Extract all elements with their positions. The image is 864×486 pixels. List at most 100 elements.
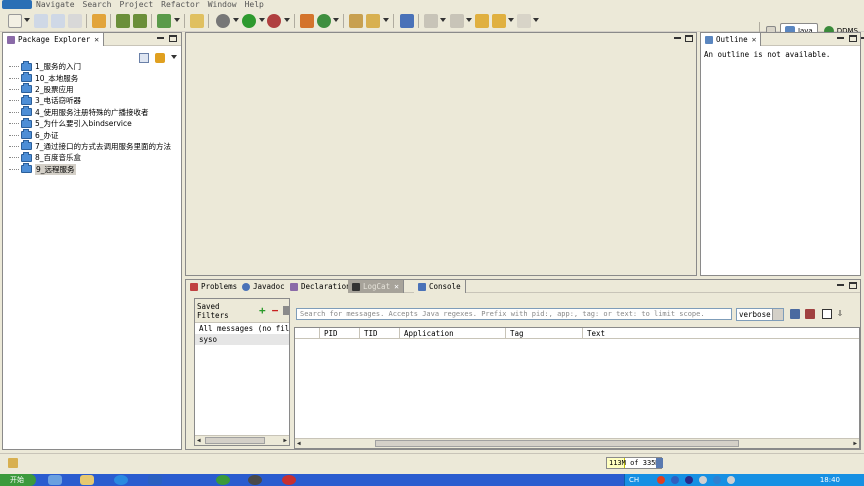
editor-minimize-icon[interactable] bbox=[674, 37, 681, 39]
prev-annotation-icon[interactable] bbox=[450, 14, 464, 28]
prev-annotation-dropdown-icon[interactable] bbox=[466, 18, 472, 22]
tray-app-icon[interactable] bbox=[699, 476, 707, 484]
new-class-icon[interactable] bbox=[317, 14, 331, 28]
tree-item-0[interactable]: 1_服务的入门 bbox=[9, 60, 171, 72]
tree-item-6[interactable]: 6_办证 bbox=[9, 129, 171, 140]
col-text[interactable]: Text bbox=[582, 328, 605, 339]
minimize-icon[interactable] bbox=[157, 37, 164, 39]
word-icon[interactable] bbox=[148, 475, 162, 485]
tab-console[interactable]: Console bbox=[414, 280, 466, 293]
scroll-left-icon[interactable]: ◀ bbox=[197, 437, 201, 444]
new-dropdown-icon[interactable] bbox=[24, 18, 30, 22]
tray-app-icon[interactable] bbox=[713, 476, 721, 484]
scroll-right-icon[interactable]: ▶ bbox=[283, 437, 287, 444]
tab-logcat[interactable]: LogCat ✕ bbox=[348, 280, 404, 293]
saved-filters-scrollbar[interactable]: ◀ ▶ bbox=[195, 435, 289, 445]
tray-app-icon[interactable] bbox=[671, 476, 679, 484]
col-pid[interactable]: PID bbox=[319, 328, 338, 339]
maximize-icon[interactable] bbox=[849, 282, 857, 289]
heap-status[interactable]: 113M of 335M bbox=[606, 457, 662, 469]
clear-log-icon[interactable] bbox=[805, 309, 815, 319]
minimize-icon[interactable] bbox=[837, 284, 844, 286]
search-icon[interactable] bbox=[366, 14, 380, 28]
external-tools-icon[interactable] bbox=[267, 14, 281, 28]
new-class-dropdown-icon[interactable] bbox=[333, 18, 339, 22]
editor-area[interactable] bbox=[185, 32, 864, 276]
save-icon[interactable] bbox=[34, 14, 48, 28]
save-log-icon[interactable] bbox=[790, 309, 800, 319]
garbage-collect-icon[interactable] bbox=[656, 458, 663, 468]
tab-outline[interactable]: Outline ✕ bbox=[701, 33, 762, 46]
add-filter-icon[interactable]: + bbox=[259, 304, 266, 317]
col-application[interactable]: Application bbox=[399, 328, 454, 339]
scroll-left-icon[interactable]: ◀ bbox=[297, 440, 301, 447]
minimize-icon[interactable] bbox=[837, 37, 844, 39]
new-package-icon[interactable] bbox=[300, 14, 314, 28]
input-language[interactable]: CH bbox=[629, 474, 639, 486]
tab-javadoc[interactable]: Javadoc bbox=[238, 280, 290, 293]
eclipse-icon[interactable] bbox=[248, 475, 262, 485]
debug-dropdown-icon[interactable] bbox=[233, 18, 239, 22]
external-tools-dropdown-icon[interactable] bbox=[284, 18, 290, 22]
new-wizard-icon[interactable] bbox=[190, 14, 204, 28]
menu-search[interactable]: Search bbox=[83, 0, 112, 9]
tab-problems[interactable]: Problems bbox=[186, 280, 243, 293]
scroll-right-icon[interactable]: ▶ bbox=[853, 440, 857, 447]
save-all-icon[interactable] bbox=[51, 14, 65, 28]
log-search-input[interactable]: Search for messages. Accepts Java regexe… bbox=[296, 308, 732, 320]
tree-item-7[interactable]: 7_通过接口的方式去调用服务里面的方法 bbox=[9, 140, 171, 152]
pin-editor-icon[interactable] bbox=[400, 14, 414, 28]
tree-item-1[interactable]: 10_本地服务 bbox=[9, 72, 171, 83]
tree-item-3[interactable]: 3_电话窃听器 bbox=[9, 94, 171, 106]
log-table-scrollbar[interactable]: ◀ ▶ bbox=[295, 438, 859, 448]
tree-item-9[interactable]: 9_远程服务 bbox=[9, 163, 171, 175]
back-dropdown-icon[interactable] bbox=[508, 18, 514, 22]
maximize-icon[interactable] bbox=[849, 35, 857, 42]
search-dropdown-icon[interactable] bbox=[383, 18, 389, 22]
open-type-icon[interactable] bbox=[349, 14, 363, 28]
menu-window[interactable]: Window bbox=[208, 0, 237, 9]
next-annotation-dropdown-icon[interactable] bbox=[440, 18, 446, 22]
close-icon[interactable]: ✕ bbox=[394, 282, 399, 291]
remove-filter-icon[interactable]: − bbox=[272, 304, 279, 317]
edit-filter-icon[interactable] bbox=[283, 306, 289, 315]
menu-navigate[interactable]: Navigate bbox=[36, 0, 75, 9]
last-edit-location-icon[interactable] bbox=[475, 14, 489, 28]
col-tag[interactable]: Tag bbox=[505, 328, 524, 339]
filter-all-messages[interactable]: All messages (no filters) bbox=[195, 323, 289, 334]
show-desktop-icon[interactable] bbox=[48, 475, 62, 485]
browser-icon[interactable] bbox=[114, 475, 128, 485]
toggle-columns-icon[interactable] bbox=[822, 309, 832, 319]
forward-dropdown-icon[interactable] bbox=[533, 18, 539, 22]
tray-app-icon[interactable] bbox=[685, 476, 693, 484]
new-icon[interactable] bbox=[8, 14, 22, 28]
debug-icon[interactable] bbox=[216, 14, 230, 28]
tree-item-2[interactable]: 2_股票应用 bbox=[9, 83, 171, 95]
forward-icon[interactable] bbox=[517, 14, 531, 28]
avd-manager-icon[interactable] bbox=[133, 14, 147, 28]
open-folder-icon[interactable] bbox=[92, 14, 106, 28]
scroll-thumb[interactable] bbox=[205, 437, 265, 444]
next-annotation-icon[interactable] bbox=[424, 14, 438, 28]
tab-declaration[interactable]: Declaration bbox=[286, 280, 356, 293]
editor-maximize-icon[interactable] bbox=[685, 35, 693, 42]
back-icon[interactable] bbox=[492, 14, 506, 28]
close-icon[interactable]: ✕ bbox=[94, 35, 99, 44]
menu-help[interactable]: Help bbox=[245, 0, 264, 9]
filter-syso[interactable]: syso bbox=[195, 334, 289, 345]
menu-project[interactable]: Project bbox=[119, 0, 153, 9]
lint-dropdown-icon[interactable] bbox=[174, 18, 180, 22]
tree-item-8[interactable]: 8_百度音乐盒 bbox=[9, 151, 171, 163]
maximize-icon[interactable] bbox=[169, 35, 177, 42]
start-button[interactable]: 开始 bbox=[0, 474, 36, 486]
scroll-lock-icon[interactable]: ⇩ bbox=[837, 308, 843, 319]
log-level-select[interactable]: verbose bbox=[736, 308, 784, 321]
run-dropdown-icon[interactable] bbox=[259, 18, 265, 22]
tray-app-icon[interactable] bbox=[657, 476, 665, 484]
print-icon[interactable] bbox=[68, 14, 82, 28]
tray-app-icon[interactable] bbox=[727, 476, 735, 484]
fast-view-icon[interactable] bbox=[8, 458, 18, 468]
media-player-icon[interactable] bbox=[282, 475, 296, 485]
android-sdk-icon[interactable] bbox=[116, 14, 130, 28]
tree-item-5[interactable]: 5_为什么要引入bindservice bbox=[9, 117, 171, 129]
